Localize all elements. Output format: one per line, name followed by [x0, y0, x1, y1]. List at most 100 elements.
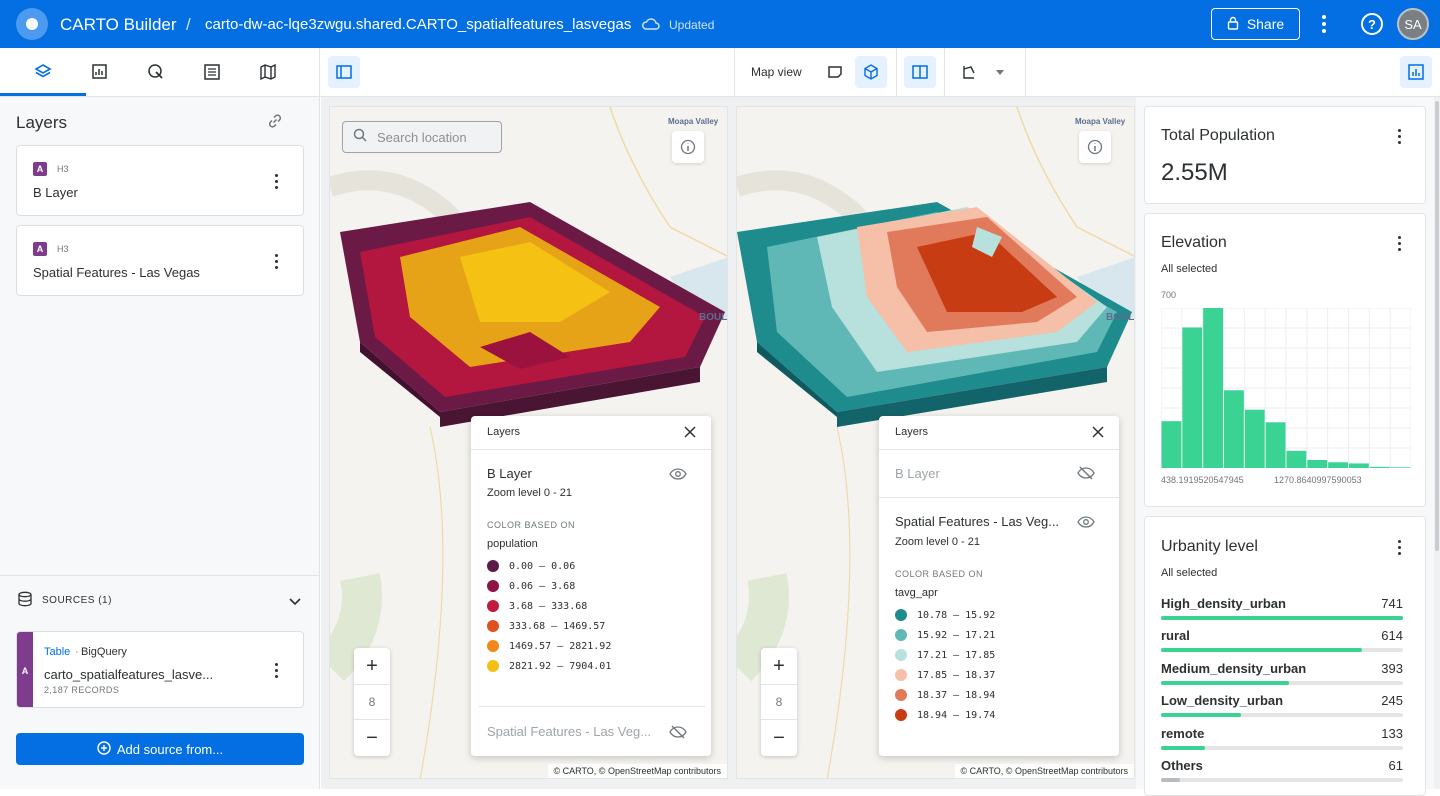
maps-area: Search location Moapa Valley BOUL + 8 − …	[321, 97, 1136, 789]
category-value: 133	[1381, 725, 1403, 741]
histogram-bar[interactable]	[1328, 462, 1348, 468]
interactions-tab-icon[interactable]	[140, 56, 172, 88]
zoom-out-button[interactable]: −	[761, 720, 797, 756]
category-row[interactable]: remote 133	[1161, 726, 1403, 758]
category-bar	[1161, 648, 1403, 653]
histogram-bar[interactable]	[1161, 421, 1182, 468]
toggle-panel-icon[interactable]	[328, 56, 360, 88]
layer-badge: A	[33, 242, 47, 256]
histogram-bar[interactable]	[1390, 467, 1411, 468]
split-view-icon[interactable]	[904, 56, 936, 88]
source-card[interactable]: A Table · BigQuery carto_spatialfeatures…	[16, 631, 304, 708]
scrollbar[interactable]	[1434, 97, 1440, 789]
divider	[471, 449, 711, 450]
place-label: Moapa Valley	[668, 117, 719, 126]
close-icon[interactable]	[1092, 425, 1104, 443]
help-icon[interactable]: ?	[1361, 13, 1383, 35]
histogram-bar[interactable]	[1182, 327, 1203, 468]
widgets-panel-icon[interactable]	[1400, 56, 1432, 88]
eye-off-icon[interactable]	[669, 725, 687, 744]
info-icon[interactable]	[1079, 131, 1111, 163]
carto-logo[interactable]	[16, 8, 48, 40]
elevation-histogram[interactable]	[1161, 308, 1411, 468]
eye-icon[interactable]	[669, 467, 687, 485]
histogram-bar[interactable]	[1203, 308, 1223, 468]
histogram-bar[interactable]	[1307, 460, 1328, 468]
link-icon[interactable]	[267, 113, 283, 134]
category-row[interactable]: rural 614	[1161, 628, 1403, 660]
source-options-icon[interactable]	[274, 663, 278, 678]
histogram-bar[interactable]	[1224, 390, 1244, 468]
category-value: 245	[1381, 693, 1403, 709]
scrollbar-thumb[interactable]	[1435, 101, 1439, 551]
draw-tool-icon[interactable]	[953, 56, 985, 88]
histogram-bar[interactable]	[1244, 409, 1265, 468]
layers-tab-icon[interactable]	[27, 56, 59, 88]
layer-card[interactable]: A H3 Spatial Features - Las Vegas	[16, 225, 304, 296]
legend-swatch	[487, 640, 499, 652]
close-icon[interactable]	[684, 425, 696, 443]
category-row[interactable]: High_density_urban 741	[1161, 596, 1403, 628]
search-location-field[interactable]: Search location	[342, 121, 502, 153]
legend-swatch	[895, 709, 907, 721]
category-row[interactable]: Medium_density_urban 393	[1161, 661, 1403, 693]
layer-card[interactable]: A H3 B Layer	[16, 145, 304, 216]
x-axis-min-label: 438.1919520547945	[1161, 475, 1244, 485]
layer-options-icon[interactable]	[274, 174, 278, 189]
category-row[interactable]: Others 61	[1161, 758, 1403, 790]
category-bar	[1161, 778, 1403, 782]
divider	[879, 497, 1119, 498]
legend-range-label: 10.78 – 15.92	[917, 609, 996, 621]
app-header: CARTO Builder / carto-dw-ac-lqe3zwgu.sha…	[0, 0, 1440, 48]
histogram-bar[interactable]	[1369, 466, 1390, 468]
legend-tab-icon[interactable]	[196, 56, 228, 88]
color-based-on-label: COLOR BASED ON	[895, 569, 984, 579]
search-icon	[353, 128, 367, 147]
share-button[interactable]: Share	[1211, 8, 1300, 40]
layer-options-icon[interactable]	[274, 254, 278, 269]
urbanity-widget: Urbanity level All selected High_density…	[1144, 516, 1426, 796]
category-bar	[1161, 616, 1403, 620]
basemap-tab-icon[interactable]	[252, 56, 284, 88]
widget-title: Elevation	[1161, 234, 1227, 251]
left-tabs	[0, 48, 320, 96]
zoom-in-button[interactable]: +	[761, 648, 797, 684]
breadcrumb-separator: /	[186, 15, 191, 34]
histogram-bar[interactable]	[1265, 422, 1286, 468]
2d-view-icon[interactable]	[819, 56, 851, 88]
category-name: Medium_density_urban	[1161, 660, 1307, 676]
info-icon[interactable]	[672, 131, 704, 163]
eye-icon[interactable]	[1077, 515, 1095, 533]
layer-badge: A	[33, 162, 47, 176]
zoom-in-button[interactable]: +	[354, 648, 390, 684]
category-bar-fill	[1161, 616, 1403, 620]
zoom-out-button[interactable]: −	[354, 720, 390, 756]
map-attribution: © CARTO, © OpenStreetMap contributors	[547, 764, 727, 778]
legend-range-label: 0.00 – 0.06	[509, 560, 576, 572]
category-bar-fill	[1161, 778, 1181, 782]
legend-hidden-layer: Spatial Features - Las Veg...	[487, 724, 652, 739]
widget-options-icon[interactable]	[1397, 236, 1401, 251]
histogram-bar[interactable]	[1286, 450, 1307, 468]
toolbar-divider	[1025, 48, 1026, 96]
add-source-button[interactable]: Add source from...	[16, 733, 304, 765]
widget-options-icon[interactable]	[1397, 540, 1401, 555]
eye-off-icon[interactable]	[1077, 466, 1095, 485]
legend-row: 0.00 – 0.06	[487, 560, 575, 572]
cloud-icon	[641, 16, 661, 37]
legend-hidden-layer: B Layer	[895, 466, 940, 481]
legend-field: tavg_apr	[895, 587, 938, 599]
chevron-down-icon[interactable]	[996, 70, 1004, 75]
map-name[interactable]: carto-dw-ac-lqe3zwgu.shared.CARTO_spatia…	[205, 16, 631, 33]
more-options-icon[interactable]	[1316, 12, 1332, 36]
user-avatar[interactable]: SA	[1397, 8, 1429, 40]
category-value: 61	[1388, 758, 1403, 773]
histogram-bar[interactable]	[1349, 463, 1369, 468]
color-based-on-label: COLOR BASED ON	[487, 520, 576, 530]
chevron-down-icon[interactable]	[289, 593, 301, 611]
widgets-tab-icon[interactable]	[84, 56, 116, 88]
legend-row: 15.92 – 17.21	[895, 629, 995, 641]
category-row[interactable]: Low_density_urban 245	[1161, 693, 1403, 725]
widget-options-icon[interactable]	[1397, 129, 1401, 144]
3d-view-icon[interactable]	[855, 56, 887, 88]
